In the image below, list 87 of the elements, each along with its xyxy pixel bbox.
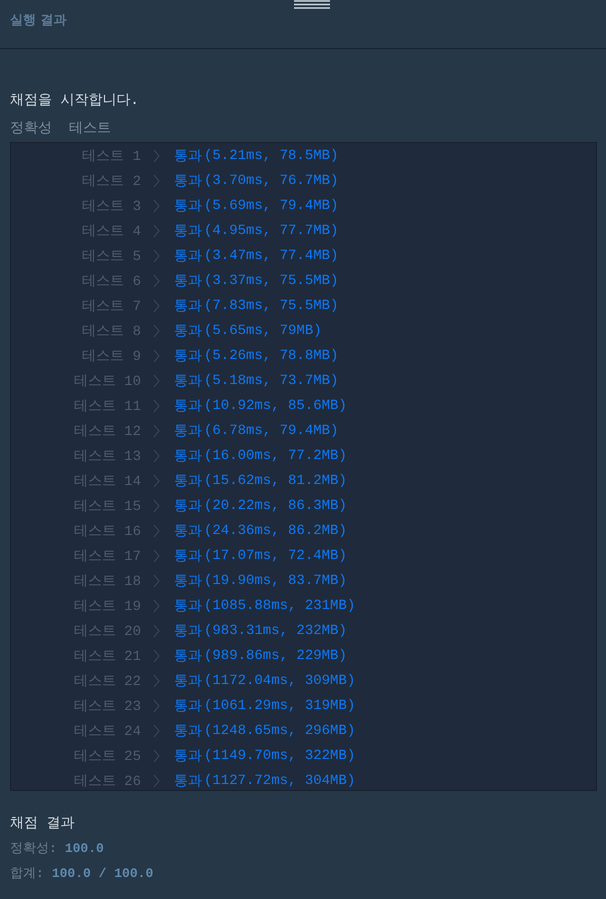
- test-result: (16.00ms, 77.2MB): [204, 448, 347, 464]
- drag-handle-icon[interactable]: [294, 0, 330, 9]
- test-status: 통과: [174, 722, 202, 740]
- chevron-right-icon: [153, 448, 160, 462]
- chevron-right-icon: [153, 424, 160, 438]
- test-status: 통과: [174, 598, 202, 614]
- test-status: 통과: [174, 248, 202, 264]
- chevron-right-icon: [153, 374, 160, 388]
- test-result: (3.47ms, 77.4MB): [204, 248, 338, 264]
- test-result: (17.07ms, 72.4MB): [204, 548, 347, 564]
- test-result: (5.65ms, 79MB): [204, 322, 322, 338]
- test-result: (15.62ms, 81.2MB): [204, 472, 347, 488]
- section-label: 정확성 테스트: [10, 119, 112, 138]
- test-result: (5.26ms, 78.8MB): [204, 348, 338, 364]
- test-result: (7.83ms, 75.5MB): [204, 298, 338, 314]
- test-result: (5.69ms, 79.4MB): [204, 198, 338, 214]
- summary-title: 채점 결과: [10, 814, 76, 833]
- chevron-right-icon: [153, 174, 160, 188]
- chevron-right-icon: [153, 748, 160, 762]
- chevron-right-icon: [153, 598, 160, 612]
- test-status: 통과: [174, 172, 202, 190]
- test-status: 통과: [174, 222, 202, 240]
- test-result: (1149.70ms, 322MB): [204, 748, 356, 764]
- chevron-right-icon: [153, 224, 160, 238]
- chevron-right-icon: [153, 648, 160, 662]
- test-status: 통과: [174, 622, 202, 640]
- test-result: (3.70ms, 76.7MB): [204, 172, 338, 188]
- test-result: (3.37ms, 75.5MB): [204, 272, 338, 288]
- chevron-right-icon: [153, 698, 160, 712]
- test-status: 통과: [174, 498, 202, 514]
- test-status: 통과: [174, 698, 202, 714]
- test-result: (1127.72ms, 304MB): [204, 772, 356, 788]
- panel-title: 실행 결과: [10, 12, 67, 29]
- chevron-right-icon: [153, 498, 160, 512]
- test-result: (989.86ms, 229MB): [204, 648, 347, 664]
- test-status: 통과: [174, 448, 202, 464]
- test-status: 통과: [174, 148, 202, 164]
- chevron-right-icon: [153, 274, 160, 288]
- test-result: (5.21ms, 78.5MB): [204, 148, 338, 164]
- chevron-right-icon: [153, 574, 160, 588]
- chevron-right-icon: [153, 674, 160, 688]
- test-result: (10.92ms, 85.6MB): [204, 398, 347, 414]
- chevron-right-icon: [153, 348, 160, 362]
- test-result: (1085.88ms, 231MB): [204, 598, 356, 614]
- summary-value: 100.0 / 100.0: [52, 865, 154, 883]
- test-status: 통과: [174, 472, 202, 490]
- test-result: (6.78ms, 79.4MB): [204, 422, 338, 438]
- test-status: 통과: [174, 748, 202, 764]
- test-status: 통과: [174, 572, 202, 590]
- chevron-right-icon: [153, 298, 160, 312]
- test-result: (19.90ms, 83.7MB): [204, 572, 347, 588]
- chevron-right-icon: [153, 198, 160, 212]
- summary-label: 합계:: [10, 865, 44, 883]
- chevron-right-icon: [153, 248, 160, 262]
- test-status: 통과: [174, 372, 202, 390]
- test-result: (1061.29ms, 319MB): [204, 698, 356, 714]
- test-result: (4.95ms, 77.7MB): [204, 222, 338, 238]
- chevron-right-icon: [153, 774, 160, 788]
- test-status: 통과: [174, 398, 202, 414]
- test-status: 통과: [174, 198, 202, 214]
- chevron-right-icon: [153, 524, 160, 538]
- chevron-right-icon: [153, 474, 160, 488]
- test-status: 통과: [174, 648, 202, 664]
- test-result: (1172.04ms, 309MB): [204, 672, 356, 688]
- test-status: 통과: [174, 548, 202, 564]
- test-result: (1248.65ms, 296MB): [204, 722, 356, 738]
- test-result: (983.31ms, 232MB): [204, 622, 347, 638]
- test-status: 통과: [174, 322, 202, 340]
- test-status: 통과: [174, 348, 202, 364]
- chevron-right-icon: [153, 148, 160, 162]
- test-status: 통과: [174, 272, 202, 290]
- test-status: 통과: [174, 298, 202, 314]
- summary-label: 정확성:: [10, 840, 57, 858]
- test-status: 통과: [174, 772, 202, 790]
- chevron-right-icon: [153, 324, 160, 338]
- test-status: 통과: [174, 522, 202, 540]
- chevron-right-icon: [153, 548, 160, 562]
- chevron-right-icon: [153, 624, 160, 638]
- test-status: 통과: [174, 422, 202, 440]
- test-result: (5.18ms, 73.7MB): [204, 372, 338, 388]
- summary-value: 100.0: [64, 840, 104, 858]
- test-status: 통과: [174, 672, 202, 690]
- test-result: (20.22ms, 86.3MB): [204, 498, 347, 514]
- chevron-right-icon: [153, 724, 160, 738]
- chevron-right-icon: [153, 398, 160, 412]
- test-result: (24.36ms, 86.2MB): [204, 522, 347, 538]
- start-message: 채점을 시작합니다.: [10, 91, 140, 110]
